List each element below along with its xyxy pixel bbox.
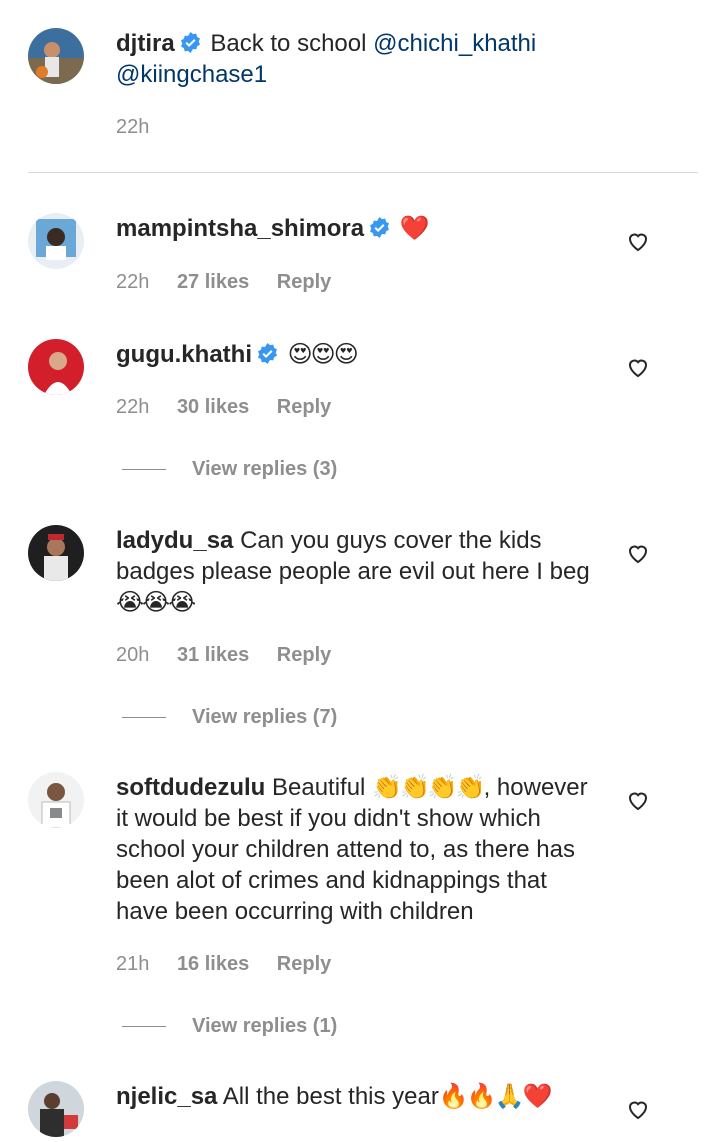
heart-outline-icon[interactable] [626,1097,650,1121]
likes-count[interactable]: 27 likes [177,271,249,293]
timestamp: 22h [116,271,150,293]
divider [122,717,166,719]
reply-button[interactable]: Reply [277,396,331,418]
view-replies-button[interactable]: View replies (1) [122,1015,337,1038]
comment-emoji: 😍😍😍 [287,340,359,368]
comment-text: Beautiful [271,774,366,801]
reply-button[interactable]: Reply [277,644,331,666]
username[interactable]: njelic_sa [116,1083,217,1110]
heart-outline-icon[interactable] [626,541,650,565]
avatar[interactable] [28,28,84,84]
comment-emoji: ❤️ [399,214,430,242]
username[interactable]: gugu.khathi [116,341,252,368]
verified-badge-icon [370,216,390,239]
view-replies-label: View replies (3) [192,458,338,480]
verified-badge-icon [180,31,200,54]
heart-outline-icon[interactable] [626,229,650,253]
heart-outline-icon[interactable] [626,788,650,812]
divider [122,469,166,471]
likes-count[interactable]: 30 likes [177,396,249,418]
username[interactable]: softdudezulu [116,774,265,801]
avatar[interactable] [28,213,84,269]
reply-button[interactable]: Reply [277,953,331,975]
divider [28,172,698,173]
divider [122,1026,166,1028]
view-replies-button[interactable]: View replies (7) [122,706,337,729]
caption-text: Back to school [210,30,367,57]
avatar[interactable] [28,339,84,395]
mention-link[interactable]: @chichi_khathi [373,30,536,57]
username[interactable]: djtira [116,30,175,57]
avatar[interactable] [28,525,84,581]
username[interactable]: ladydu_sa [116,527,233,554]
verified-badge-icon [257,342,277,365]
likes-count[interactable]: 16 likes [177,953,249,975]
timestamp: 22h [116,396,150,418]
username[interactable]: mampintsha_shimora [116,215,364,242]
comment-emoji: 👏👏👏👏 [372,773,486,801]
comment-emoji: 🔥🔥🙏❤️ [438,1082,553,1110]
avatar[interactable] [28,1081,84,1137]
view-replies-button[interactable]: View replies (3) [122,458,337,481]
timestamp: 20h [116,644,150,666]
timestamp: 21h [116,953,150,975]
avatar[interactable] [28,772,84,828]
timestamp: 22h [116,116,150,138]
comment-emoji: 😭😭😭 [116,588,196,616]
heart-outline-icon[interactable] [626,355,650,379]
reply-button[interactable]: Reply [277,271,331,293]
view-replies-label: View replies (1) [192,1015,338,1037]
mention-link[interactable]: @kiingchase1 [116,61,267,88]
likes-count[interactable]: 31 likes [177,644,249,666]
comment-text: All the best this year [222,1083,439,1110]
view-replies-label: View replies (7) [192,706,338,728]
